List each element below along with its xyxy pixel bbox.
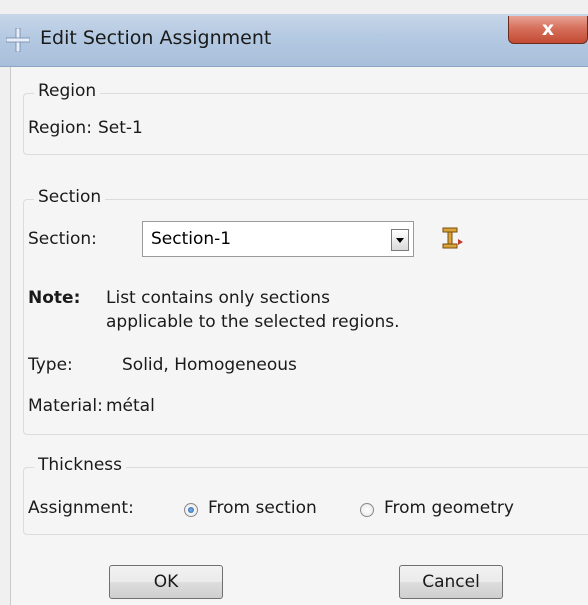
region-group: Region Region: Set-1: [23, 81, 588, 155]
from-geometry-radio[interactable]: [360, 503, 374, 517]
material-label: Material:: [28, 396, 103, 416]
section-label: Section:: [28, 229, 97, 249]
type-label: Type:: [28, 355, 73, 375]
thickness-group: Thickness Assignment: From section From …: [23, 455, 588, 535]
note-line-2: applicable to the selected regions.: [106, 312, 400, 332]
section-legend: Section: [34, 187, 106, 207]
window-title: Edit Section Assignment: [40, 27, 272, 49]
from-section-label[interactable]: From section: [208, 498, 317, 518]
section-group: Section Section: Section-1 Note: List co…: [23, 187, 588, 435]
close-button[interactable]: x: [508, 16, 588, 44]
section-select[interactable]: Section-1: [142, 221, 414, 257]
region-value: Set-1: [98, 118, 143, 138]
material-value: métal: [106, 396, 155, 416]
from-section-radio[interactable]: [184, 503, 198, 517]
dialog-body: Region Region: Set-1 Section Section: Se…: [10, 67, 588, 605]
assignment-label: Assignment:: [28, 498, 134, 518]
thickness-legend: Thickness: [34, 455, 127, 475]
section-select-value: Section-1: [151, 229, 232, 249]
from-geometry-label[interactable]: From geometry: [384, 498, 514, 518]
abaqus-cross-icon: [5, 27, 31, 53]
region-label: Region:: [28, 118, 92, 138]
type-value: Solid, Homogeneous: [122, 355, 297, 375]
edit-section-assignment-dialog: Edit Section Assignment x Region Region:…: [0, 0, 588, 605]
close-icon: x: [541, 18, 555, 40]
note-label: Note:: [28, 288, 81, 308]
ok-button[interactable]: OK: [109, 565, 223, 599]
chevron-down-icon[interactable]: [391, 229, 409, 251]
cancel-button[interactable]: Cancel: [399, 565, 503, 599]
note-line-1: List contains only sections: [106, 288, 330, 308]
section-manager-icon[interactable]: [440, 226, 464, 250]
region-legend: Region: [34, 81, 101, 101]
title-bar[interactable]: Edit Section Assignment x: [0, 14, 588, 67]
